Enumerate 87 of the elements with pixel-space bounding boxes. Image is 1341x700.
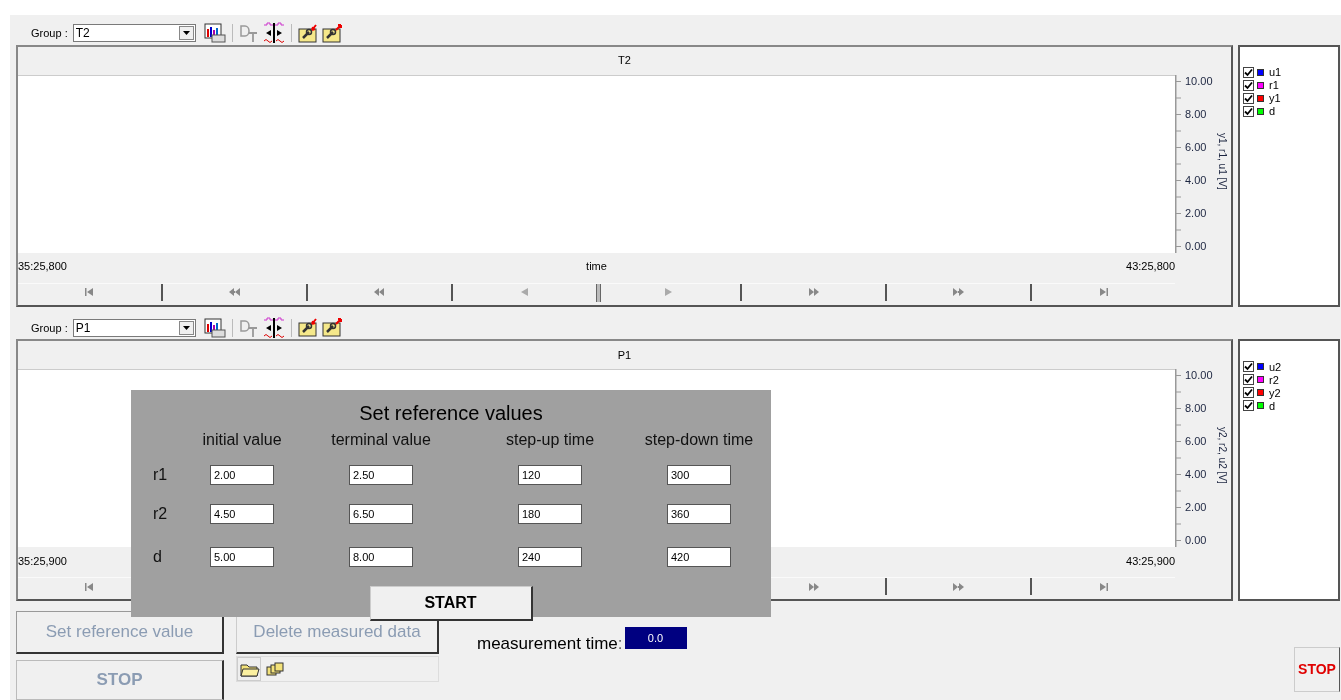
scroll-thumb[interactable] [595,283,601,302]
chart-title: P1 [617,347,632,363]
chart-view-icon[interactable] [203,23,226,44]
row-label: r2 [153,505,168,522]
folder-export-icon[interactable] [321,318,342,338]
checkbox[interactable] [1243,105,1254,117]
checkbox[interactable] [1243,374,1254,385]
legend-label: r1 [1269,79,1279,91]
axis-tick-label: 6.00 [1185,435,1207,447]
axis-tick-label: 6.00 [1185,140,1207,153]
folders-icon[interactable] [265,661,285,677]
axis-label: y1, r1, u1 [V] [1216,132,1228,190]
column-header: terminal value [331,430,431,450]
checkbox[interactable] [1243,92,1254,104]
checkbox[interactable] [1243,387,1254,398]
time-axis-label: time [586,259,607,275]
fast-forward-icon[interactable] [808,581,819,592]
checkbox[interactable] [1243,400,1254,411]
open-folder-icon[interactable] [237,657,261,681]
input-field[interactable]: 240 [518,547,582,567]
input-field[interactable]: 2.00 [210,465,274,485]
chart-title: T2 [618,53,631,69]
input-field[interactable]: 120 [518,465,582,485]
fast-forward-icon[interactable] [808,287,819,297]
row-label: r1 [153,466,168,483]
time-start-label: 35:25,800 [18,259,67,275]
legend-label: u1 [1269,66,1282,78]
legend-label: y1 [1269,92,1281,104]
measurement-label: measurement time [477,633,618,655]
axis-tick-label: 2.00 [1185,501,1207,513]
axis-tick-label: 0.00 [1185,239,1207,252]
row-label: d [153,548,162,565]
legend-label: u2 [1269,360,1282,373]
first-icon[interactable] [84,581,94,592]
group-dropdown[interactable]: P1 [72,318,196,337]
checkbox[interactable] [1243,79,1254,91]
folder-import-icon[interactable] [297,318,318,338]
input-field[interactable]: 4.50 [210,504,274,524]
cursor-split-icon[interactable] [262,22,285,45]
chart-view-icon[interactable] [203,317,226,338]
time-start-label: 35:25,900 [18,553,67,569]
group-label: Group : [31,26,68,41]
cursor-split-icon[interactable] [262,316,285,339]
column-header: step-down time [644,430,754,450]
legend-label: d [1269,105,1276,117]
axis-tick-label: 10.00 [1185,369,1213,381]
folder-export-icon[interactable] [321,23,342,43]
axis-tick-label: 4.00 [1185,173,1207,186]
input-field[interactable]: 300 [667,465,731,485]
checkbox[interactable] [1243,66,1254,78]
folder-import-icon[interactable] [297,23,318,43]
group-dropdown[interactable]: T2 [72,24,196,43]
label-colon: : [617,633,623,655]
measurement-time-display: 0.0 [624,627,687,649]
input-field[interactable]: 2.50 [349,465,413,485]
rewind-icon[interactable] [374,287,385,297]
last-icon[interactable] [1099,581,1109,592]
axis-tick-label: 2.00 [1185,206,1207,219]
start-button[interactable]: START [369,586,533,621]
time-end-label: 43:25,800 [1126,259,1175,275]
input-field[interactable]: 180 [518,504,582,524]
last-icon[interactable] [1099,287,1109,297]
input-field[interactable]: 6.50 [349,504,413,524]
axis-tick-label: 10.00 [1185,74,1213,87]
column-header: initial value [202,430,282,450]
column-header: step-up time [506,430,595,450]
skip-forward-icon[interactable] [953,581,965,592]
fast-back-icon[interactable] [228,287,240,297]
axis-tick-label: 8.00 [1185,107,1207,120]
axis-tick-label: 4.00 [1185,468,1207,480]
time-end-label: 43:25,900 [1126,553,1175,569]
legend-label: d [1269,399,1276,412]
input-field[interactable]: 420 [667,547,731,567]
legend-label: r2 [1269,373,1279,386]
axis-tick-label: 8.00 [1185,402,1207,414]
input-field[interactable]: 5.00 [210,547,274,567]
input-field[interactable]: 8.00 [349,547,413,567]
axis-label: y2, r2, u2 [V] [1216,427,1228,484]
legend-label: y2 [1269,386,1281,399]
input-field[interactable]: 360 [667,504,731,524]
checkbox[interactable] [1243,361,1254,372]
group-label: Group : [31,320,68,336]
stop-button[interactable]: STOP [1294,647,1340,692]
dialog-title: Set reference values [359,401,543,426]
first-icon[interactable] [84,287,94,297]
skip-forward-icon[interactable] [953,287,965,297]
axis-tick-label: 0.00 [1185,534,1207,546]
